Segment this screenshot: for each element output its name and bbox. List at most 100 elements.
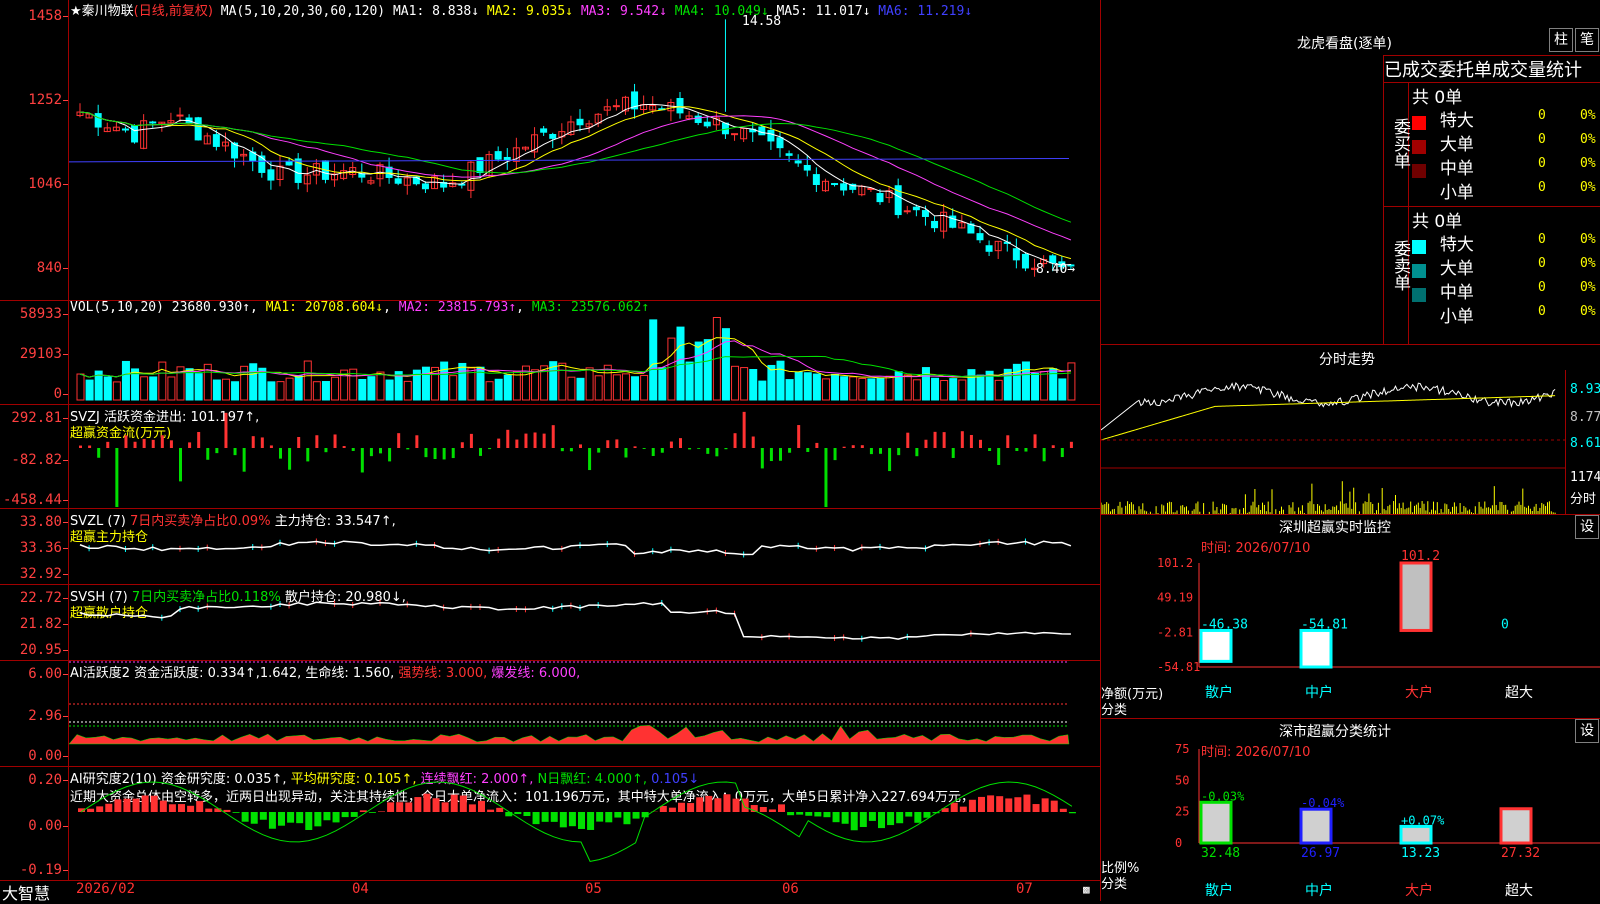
buy-row-small[interactable]: 小单 0 0% — [1412, 178, 1600, 202]
flow-bar — [143, 439, 146, 448]
research-bar — [1060, 809, 1067, 812]
volume-bar — [795, 372, 802, 400]
research-bar — [523, 812, 530, 816]
volume-bar — [850, 377, 857, 400]
flow-bar — [1015, 448, 1018, 451]
svzj-tick: 292.81 — [11, 410, 62, 426]
volume-bar — [895, 372, 902, 400]
research-bar — [178, 804, 185, 812]
candle — [913, 207, 919, 209]
candle — [695, 116, 701, 122]
monitor-panel[interactable]: 深圳超赢实时监控 设 时间: 2026/07/10 净额(万元) 分类 101.… — [1100, 514, 1600, 719]
flow-bar — [461, 442, 464, 448]
research-bar — [960, 807, 967, 812]
research-bar — [160, 801, 167, 812]
svzl-tick: 32.92 — [20, 566, 62, 582]
flow-bar — [688, 448, 691, 449]
small-swatch — [1412, 188, 1426, 202]
flow-bar — [97, 448, 100, 458]
research-bar — [596, 812, 603, 822]
classify-category: 大户 — [1405, 882, 1433, 899]
flow-bar — [379, 448, 382, 453]
flow-bar — [652, 448, 655, 456]
stroke-mode-button[interactable]: 笔 — [1575, 28, 1599, 52]
lock-icon[interactable]: ▩ — [1083, 883, 1090, 896]
ma6-line — [69, 158, 1069, 161]
research-bar — [442, 802, 449, 812]
svzj-panel[interactable]: 292.81 -82.82 -458.44 SVZJ 活跃资金进出: 101.1… — [0, 404, 1100, 509]
volume-bar — [122, 361, 129, 400]
volume-bar — [959, 380, 966, 400]
flow-bar — [134, 442, 137, 448]
volume-bar — [832, 374, 839, 400]
research-bar — [242, 812, 249, 822]
research-bar — [1042, 798, 1049, 812]
monitor-bar — [1401, 563, 1431, 630]
volume-bar — [486, 382, 493, 400]
ai-activity-tick: 2.96 — [28, 708, 62, 724]
intraday-tick: 8.93 — [1570, 382, 1600, 397]
flow-bar — [261, 437, 264, 448]
flow-bar — [243, 448, 246, 472]
flow-bar — [470, 434, 473, 448]
flow-bar — [488, 448, 491, 449]
volume-tick: 0 — [54, 386, 62, 402]
research-bar — [333, 812, 340, 822]
candle — [922, 211, 928, 217]
research-bar — [578, 812, 585, 829]
research-bar — [905, 812, 912, 817]
buy-row-large[interactable]: 大单 0 0% — [1412, 130, 1600, 154]
brand-label[interactable]: 大智慧 — [2, 880, 50, 904]
research-bar — [205, 809, 212, 812]
volume-panel[interactable]: 58933 29103 0 VOL(5,10,20) 23680.930↑, M… — [0, 300, 1100, 405]
research-bar — [296, 812, 303, 823]
sell-row-small[interactable]: 小单 0 0% — [1412, 302, 1600, 326]
monitor-category: 散户 — [1205, 684, 1233, 701]
dragon-table: 已成交委托单成交量统计 委买单 共 0单 特大 0 0% 大单 0 0% 中单 … — [1383, 55, 1600, 345]
svsh-tick: 22.72 — [20, 590, 62, 606]
volume-bar — [86, 380, 93, 400]
volume-bar — [495, 379, 502, 400]
volume-bar — [977, 375, 984, 400]
sell-row-large[interactable]: 大单 0 0% — [1412, 254, 1600, 278]
kline-panel[interactable]: 1458 1252 1046 840 ★秦川物联(日线,前复权) MA(5,10… — [0, 0, 1100, 301]
ai-activity-tick: 6.00 — [28, 666, 62, 682]
svzl-tick: 33.80 — [20, 514, 62, 530]
flow-bar — [106, 442, 109, 448]
sell-row-medium[interactable]: 中单 0 0% — [1412, 278, 1600, 302]
sell-row-huge[interactable]: 特大 0 0% — [1412, 230, 1600, 254]
research-bar — [105, 804, 112, 812]
volume-bar — [732, 366, 739, 400]
svzj-axis: 292.81 -82.82 -458.44 — [0, 404, 69, 508]
flow-bar — [624, 448, 627, 457]
candle — [841, 184, 847, 190]
classify-bar — [1501, 809, 1531, 843]
volume-bar — [332, 377, 339, 400]
research-bar — [196, 801, 203, 812]
flow-bar — [779, 448, 782, 461]
buy-row-medium[interactable]: 中单 0 0% — [1412, 154, 1600, 178]
classify-panel[interactable]: 深市超赢分类统计 设 时间: 2026/07/10 比例% 分类 7550250… — [1100, 718, 1600, 901]
intraday-panel[interactable]: 分时走势 8.93 8.77 8.61 1174 分时 — [1100, 344, 1600, 515]
research-bar — [414, 797, 421, 812]
bar-mode-button[interactable]: 柱 — [1549, 28, 1573, 52]
research-bar — [823, 812, 830, 817]
ai-research-axis: 0.20 0.00 -0.19 — [0, 766, 69, 880]
volume-bar — [577, 378, 584, 400]
flow-bar — [161, 435, 164, 448]
ai-activity-panel[interactable]: 6.00 2.96 0.00 AI活跃度2 资金活跃度: 0.334↑,1.64… — [0, 660, 1100, 767]
ai-research-panel[interactable]: 0.20 0.00 -0.19 AI研究度2(10) 资金研究度: 0.035↑… — [0, 766, 1100, 881]
candle — [268, 170, 274, 180]
flow-bar — [761, 448, 764, 468]
ai-activity-chart — [69, 660, 1099, 765]
candle — [732, 134, 738, 135]
candle — [677, 99, 683, 113]
research-bar — [569, 812, 576, 826]
svsh-panel[interactable]: 22.72 21.82 20.95 SVSH (7) 7日内买卖净占比0.118… — [0, 584, 1100, 661]
price-tick: 840 — [37, 260, 62, 276]
buy-row-huge[interactable]: 特大 0 0% — [1412, 106, 1600, 130]
svzl-panel[interactable]: 33.80 33.36 32.92 SVZL (7) 7日内买卖净占比0.09%… — [0, 508, 1100, 585]
flow-bar — [197, 432, 200, 448]
research-bar — [978, 797, 985, 812]
flow-bar — [724, 448, 727, 449]
